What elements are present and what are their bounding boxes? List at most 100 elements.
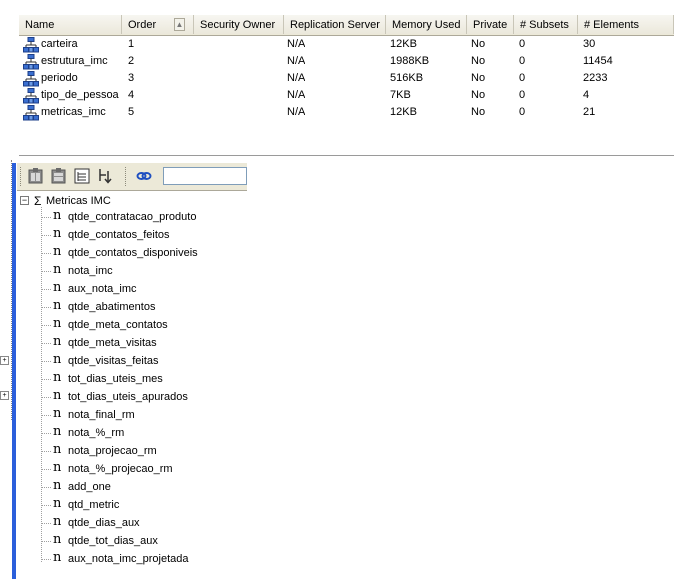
tree-branch-line [41,415,51,416]
toolbar-grip[interactable] [20,167,23,186]
column-header[interactable]: Replication Server [284,15,386,34]
numeric-element-icon: n [53,514,62,529]
table-header-row: Name Order Security Owner Replication Serve… [19,15,674,36]
numeric-element-icon: n [53,298,62,313]
table-cell-elements: 21 [583,106,596,118]
table-cell-elements: 4 [583,89,590,101]
table-row[interactable]: periodo 3 N/A 516KB No 0 2233 [19,70,674,87]
table-cell-replication-server: N/A [287,106,306,118]
left-expand-stub-1[interactable]: + [0,356,9,365]
tree-item-label: qtde_contatos_feitos [68,229,170,241]
dimension-hierarchy-icon [23,71,39,87]
table-cell-name: tipo_de_pessoa [41,89,119,101]
tree-branch-line [41,271,51,272]
table-cell-memory-used: 12KB [390,38,417,50]
panel-accent-bar [12,163,16,579]
column-header[interactable]: Security Owner [194,15,284,34]
numeric-element-icon: n [53,352,62,367]
sort-hierarchy-icon[interactable] [96,167,114,185]
numeric-element-icon: n [53,280,62,295]
tree-branch-line [41,217,51,218]
table-divider [19,155,674,156]
tree-item-label: qtde_abatimentos [68,301,156,313]
table-cell-name: periodo [41,72,78,84]
table-cell-name: carteira [41,38,78,50]
numeric-element-icon: n [53,532,62,547]
table-cell-private: No [471,89,486,101]
tree-branch-line [41,289,51,290]
search-input[interactable] [163,167,247,185]
tree-item-label: qtde_tot_dias_aux [68,535,158,547]
tree-branch-line [41,253,51,254]
numeric-element-icon: n [53,370,62,385]
numeric-element-icon: n [53,334,62,349]
table-cell-name: metricas_imc [41,106,106,118]
table-cell-memory-used: 516KB [390,72,424,84]
tree-view-icon[interactable] [73,167,91,185]
tree-item-label: qtde_contatos_disponiveis [68,247,198,259]
collapse-toggle-icon[interactable]: − [20,196,29,205]
dimension-hierarchy-icon [23,54,39,70]
tree-item-label: qtd_metric [68,499,120,511]
table-cell-memory-used: 7KB [390,89,411,101]
table-cell-order: 1 [128,38,135,50]
tree-item-label: tot_dias_uteis_mes [68,373,163,385]
numeric-element-icon: n [53,208,62,223]
table-cell-private: No [471,38,486,50]
tree-item-label: aux_nota_imc_projetada [68,553,189,565]
column-header[interactable]: Memory Used [386,15,467,34]
tree-item-label: qtde_dias_aux [68,517,140,529]
table-cell-replication-server: N/A [287,55,306,67]
table-row[interactable]: tipo_de_pessoa 4 N/A 7KB No 0 4 [19,87,674,104]
table-cell-private: No [471,72,486,84]
tree-branch-line [41,433,51,434]
column-header[interactable]: # Elements [578,15,674,34]
numeric-element-icon: n [53,244,62,259]
dimension-b-icon[interactable] [50,167,68,185]
table-row[interactable]: carteira 1 N/A 12KB No 0 30 [19,36,674,53]
tree-branch-line [41,307,51,308]
table-cell-private: No [471,106,486,118]
table-cell-order: 4 [128,89,135,101]
tree-branch-line [41,487,51,488]
dimension-hierarchy-icon [23,88,39,104]
tree-item-label: add_one [68,481,111,493]
link-icon[interactable] [135,167,153,185]
tree-connector-line [41,207,43,562]
numeric-element-icon: n [53,550,62,565]
numeric-element-icon: n [53,496,62,511]
numeric-element-icon: n [53,478,62,493]
table-cell-order: 5 [128,106,135,118]
tree-branch-line [41,469,51,470]
numeric-element-icon: n [53,460,62,475]
dimension-a-icon[interactable] [27,167,45,185]
table-cell-subsets: 0 [519,72,526,84]
table-cell-private: No [471,55,486,67]
numeric-element-icon: n [53,262,62,277]
table-cell-subsets: 0 [519,106,526,118]
dimension-hierarchy-icon [23,37,39,53]
tree-item-label: nota_imc [68,265,113,277]
tree-item-label: nota_%_projecao_rm [68,463,173,475]
table-cell-memory-used: 12KB [390,106,417,118]
tree-item-label: nota_projecao_rm [68,445,157,457]
table-cell-name: estrutura_imc [41,55,108,67]
left-expand-stub-2[interactable]: + [0,391,9,400]
tree-branch-line [41,559,51,560]
table-cell-replication-server: N/A [287,38,306,50]
tree-branch-line [41,505,51,506]
column-header[interactable]: Name [19,15,122,34]
column-header[interactable]: # Subsets [514,15,578,34]
tree-item-label: qtde_meta_contatos [68,319,168,331]
column-header[interactable]: Private [467,15,514,34]
tree-branch-line [41,361,51,362]
table-row[interactable]: estrutura_imc 2 N/A 1988KB No 0 11454 [19,53,674,70]
tree-item-label: aux_nota_imc [68,283,137,295]
table-cell-order: 3 [128,72,135,84]
table-cell-replication-server: N/A [287,72,306,84]
sort-arrow-icon[interactable]: ▲ [174,18,185,31]
table-cell-subsets: 0 [519,55,526,67]
numeric-element-icon: n [53,424,62,439]
tree-branch-line [41,325,51,326]
table-row[interactable]: metricas_imc 5 N/A 12KB No 0 21 [19,104,674,121]
